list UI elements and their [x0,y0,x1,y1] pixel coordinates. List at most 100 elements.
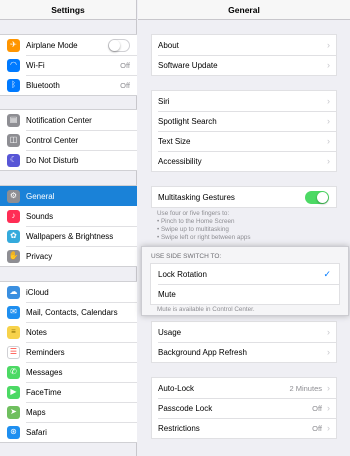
sidebar-title: Settings [0,0,136,20]
sidebar-item-label: Reminders [26,347,65,357]
sidebar-item-label: iCloud [26,287,49,297]
chevron-right-icon: › [327,327,330,337]
chevron-right-icon: › [327,136,330,146]
settings-sidebar: Settings ✈ Airplane Mode ◠ Wi-Fi Off ᛒ B… [0,0,137,456]
sidebar-item-reminders[interactable]: ☰ Reminders [0,342,137,362]
sidebar-item-mail-contacts-calendars[interactable]: ✉ Mail, Contacts, Calendars [0,302,137,322]
sidebar-item-control-center[interactable]: ◫ Control Center [0,130,137,150]
row-background-app-refresh[interactable]: Background App Refresh › [152,342,336,362]
row-auto-lock[interactable]: Auto-Lock 2 Minutes › [152,378,336,398]
multitasking-footnote: Use four or five fingers to: • Pinch to … [157,210,337,242]
sidebar-group-device: ⚙ General ♪ Sounds ✿ Wallpapers & Bright… [0,185,137,267]
row-label: Siri [158,96,170,106]
sidebar-item-value: Off [120,80,130,90]
row-label: About [158,40,179,50]
sidebar-item-label: Do Not Disturb [26,155,79,165]
row-label: Usage [158,327,182,337]
row-value: Off [312,403,322,413]
chevron-right-icon: › [327,383,330,393]
control-center-icon: ◫ [7,133,20,147]
sidebar-item-label: Notes [26,327,47,337]
sidebar-item-icloud[interactable]: ☁ iCloud [0,282,137,302]
row-text-size[interactable]: Text Size › [152,131,336,151]
moon-icon: ☾ [7,153,20,167]
sidebar-item-safari[interactable]: ⊛ Safari [0,422,137,442]
gear-icon: ⚙ [7,189,20,203]
sidebar-item-label: FaceTime [26,387,62,397]
row-restrictions[interactable]: Restrictions Off › [152,418,336,438]
sidebar-item-wifi[interactable]: ◠ Wi-Fi Off [0,55,137,75]
row-value: 2 Minutes [289,383,322,393]
page-title: General [138,0,350,20]
row-usage[interactable]: Usage › [152,322,336,342]
row-label: Spotlight Search [158,116,217,126]
sidebar-item-label: Privacy [26,251,53,261]
sidebar-group-centers: ▤ Notification Center ◫ Control Center ☾… [0,109,137,171]
row-label: Auto-Lock [158,383,195,393]
notification-center-icon: ▤ [7,113,20,127]
multitasking-gestures-toggle[interactable] [305,190,329,204]
row-siri[interactable]: Siri › [152,91,336,111]
option-lock-rotation[interactable]: Lock Rotation ✓ [151,264,339,284]
wifi-icon: ◠ [7,58,20,72]
chevron-right-icon: › [327,403,330,413]
sidebar-item-privacy[interactable]: ✋ Privacy [0,246,137,266]
sidebar-item-label: Wallpapers & Brightness [26,231,114,241]
airplane-icon: ✈ [7,38,20,52]
sidebar-item-sounds[interactable]: ♪ Sounds [0,206,137,226]
option-label: Mute [158,289,176,299]
row-label: Multitasking Gestures [158,192,235,202]
privacy-hand-icon: ✋ [7,249,20,263]
icloud-icon: ☁ [7,285,20,299]
chevron-right-icon: › [327,423,330,433]
side-switch-header: USE SIDE SWITCH TO: [151,253,222,260]
sidebar-item-value: Off [120,60,130,70]
sidebar-item-messages[interactable]: ✆ Messages [0,362,137,382]
chevron-right-icon: › [327,156,330,166]
sidebar-item-notes[interactable]: ≡ Notes [0,322,137,342]
reminders-icon: ☰ [7,345,20,359]
row-accessibility[interactable]: Accessibility › [152,151,336,171]
sidebar-item-label: Mail, Contacts, Calendars [26,307,118,317]
bluetooth-icon: ᛒ [7,78,20,92]
chevron-right-icon: › [327,347,330,357]
sidebar-item-label: General [26,191,55,201]
footnote-line: • Pinch to the Home Screen [157,218,235,225]
wallpaper-icon: ✿ [7,229,20,243]
footnote-line: • Swipe up to multitasking [157,226,229,233]
sidebar-group-connectivity: ✈ Airplane Mode ◠ Wi-Fi Off ᛒ Bluetooth … [0,34,137,96]
sidebar-item-wallpapers-brightness[interactable]: ✿ Wallpapers & Brightness [0,226,137,246]
sidebar-item-bluetooth[interactable]: ᛒ Bluetooth Off [0,75,137,95]
maps-icon: ➤ [7,405,20,419]
mail-icon: ✉ [7,305,20,319]
sidebar-item-do-not-disturb[interactable]: ☾ Do Not Disturb [0,150,137,170]
general-settings-pane: General About › Software Update › Siri ›… [138,0,350,456]
sidebar-item-label: Sounds [26,211,54,221]
airplane-mode-toggle[interactable] [108,38,130,52]
sidebar-item-facetime[interactable]: ▶ FaceTime [0,382,137,402]
chevron-right-icon: › [327,96,330,106]
general-group-info: About › Software Update › [151,34,337,76]
row-spotlight-search[interactable]: Spotlight Search › [152,111,336,131]
row-label: Background App Refresh [158,347,247,357]
checkmark-icon: ✓ [323,268,331,279]
messages-icon: ✆ [7,365,20,379]
chevron-right-icon: › [327,116,330,126]
chevron-right-icon: › [327,40,330,50]
sidebar-item-label: Bluetooth [26,80,60,90]
footnote-line: • Swipe left or right between apps [157,234,251,241]
sidebar-item-maps[interactable]: ➤ Maps [0,402,137,422]
option-mute[interactable]: Mute [151,284,339,304]
sidebar-item-airplane-mode[interactable]: ✈ Airplane Mode [0,35,137,55]
row-passcode-lock[interactable]: Passcode Lock Off › [152,398,336,418]
sidebar-item-general[interactable]: ⚙ General [0,186,137,206]
general-group-usage: Usage › Background App Refresh › [151,321,337,363]
sidebar-item-label: Control Center [26,135,79,145]
sidebar-item-label: Airplane Mode [26,40,78,50]
row-software-update[interactable]: Software Update › [152,55,336,75]
general-group-security: Auto-Lock 2 Minutes › Passcode Lock Off … [151,377,337,439]
sidebar-item-label: Notification Center [26,115,92,125]
row-about[interactable]: About › [152,35,336,55]
sidebar-item-notification-center[interactable]: ▤ Notification Center [0,110,137,130]
row-label: Text Size [158,136,191,146]
